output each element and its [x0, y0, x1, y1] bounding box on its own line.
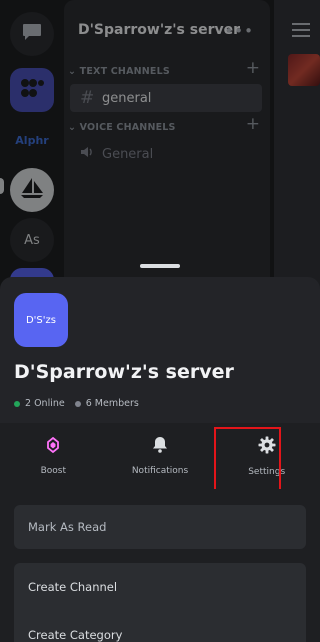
sheet-drag-handle[interactable] [140, 264, 180, 268]
settings-label: Settings [248, 466, 286, 477]
notifications-button[interactable]: Notifications [107, 423, 214, 489]
online-dot-icon [14, 400, 20, 407]
boost-button[interactable]: Boost [0, 423, 107, 489]
notifications-label: Notifications [131, 466, 189, 476]
online-count: 2 Online [14, 398, 65, 409]
create-card: Create Channel Create Category [14, 563, 306, 642]
mark-read-card: Mark As Read [14, 505, 306, 549]
settings-button[interactable]: Settings [213, 423, 320, 491]
action-bar: Boost Notifications Settings [0, 423, 320, 491]
gear-icon [258, 436, 276, 458]
server-icon[interactable]: D'S'zs [14, 293, 68, 347]
server-bottom-sheet: D'S'zs D'Sparrow'z's server 2 Online 6 M… [0, 277, 320, 642]
sheet-menu: Mark As Read Create Channel Create Categ… [0, 489, 320, 642]
boost-gem-icon [47, 436, 60, 457]
members-dot-icon [74, 400, 81, 407]
boost-label: Boost [40, 465, 67, 476]
server-name: D'Sparrow'z's server [14, 361, 234, 383]
create-channel-button[interactable]: Create Channel [14, 563, 306, 611]
bell-icon [152, 436, 168, 457]
dim-overlay[interactable] [0, 0, 320, 290]
server-stats: 2 Online 6 Members [14, 398, 149, 409]
create-category-button[interactable]: Create Category [14, 611, 306, 642]
member-count: 6 Members [74, 398, 139, 409]
mark-as-read-button[interactable]: Mark As Read [14, 505, 306, 549]
